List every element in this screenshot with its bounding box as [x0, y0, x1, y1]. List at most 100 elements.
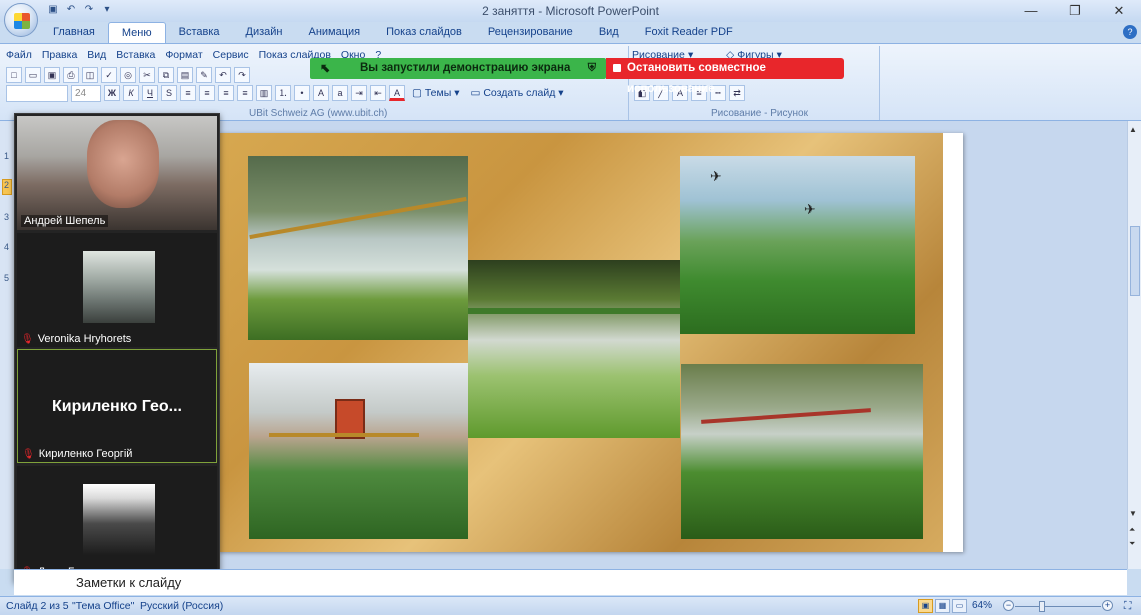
tab-home[interactable]: Главная [40, 22, 108, 43]
mic-muted-icon: 🎙 [22, 449, 35, 460]
minimize-button[interactable]: — [1009, 0, 1053, 22]
thumbnail-5[interactable]: 5 [4, 273, 9, 283]
spelling-icon[interactable]: ✓ [101, 67, 117, 83]
strikethrough-icon[interactable]: S [161, 85, 177, 101]
undo-icon[interactable]: ↶ [215, 67, 231, 83]
preview-icon[interactable]: ◫ [82, 67, 98, 83]
zoom-slider[interactable]: − + [1003, 600, 1113, 612]
scroll-up-icon[interactable]: ▲ [1129, 125, 1137, 134]
stop-share-button[interactable]: Остановить совместное использование [606, 58, 844, 95]
normal-view-icon[interactable]: ▣ [918, 599, 933, 613]
tab-insert[interactable]: Вставка [166, 22, 233, 43]
align-left-icon[interactable]: ≡ [180, 85, 196, 101]
drawing-group-label: Рисование - Рисунок [711, 108, 808, 119]
participant-tile[interactable]: 🎙 Veronika Hryhorets [17, 233, 217, 347]
thumbnail-2[interactable]: 2 [2, 179, 12, 195]
tab-foxit[interactable]: Foxit Reader PDF [632, 22, 746, 43]
paste-icon[interactable]: ▤ [177, 67, 193, 83]
vertical-scrollbar[interactable]: ▲ ▼ ⏶ ⏷ [1127, 121, 1141, 569]
thumbnail-4[interactable]: 4 [4, 242, 9, 252]
menu-insert[interactable]: Вставка [116, 49, 155, 61]
notes-pane[interactable]: Заметки к слайду [14, 569, 1127, 595]
themes-button[interactable]: ▢ Темы ▾ [408, 85, 463, 102]
slide-photo-field-sprayer[interactable] [681, 364, 923, 539]
zoom-out-icon[interactable]: − [1003, 600, 1014, 611]
research-icon[interactable]: ◎ [120, 67, 136, 83]
prev-slide-icon[interactable]: ⏶ [1129, 525, 1135, 535]
save-icon[interactable]: ▣ [44, 67, 60, 83]
align-right-icon[interactable]: ≡ [218, 85, 234, 101]
theme-name: "Тема Office" [72, 600, 135, 612]
decrease-font-icon[interactable]: a [332, 85, 348, 101]
font-size-box[interactable]: 24 [71, 85, 101, 102]
view-buttons: ▣ ▦ ▭ [918, 599, 967, 613]
tab-slideshow[interactable]: Показ слайдов [373, 22, 475, 43]
bullets-icon[interactable]: • [294, 85, 310, 101]
bold-icon[interactable]: Ж [104, 85, 120, 101]
sorter-view-icon[interactable]: ▦ [935, 599, 950, 613]
slide-photo-nozzles[interactable] [468, 260, 680, 438]
italic-icon[interactable]: К [123, 85, 139, 101]
tab-view[interactable]: Вид [586, 22, 632, 43]
menu-view[interactable]: Вид [87, 49, 106, 61]
ribbon-tabs: Главная Меню Вставка Дизайн Анимация Пок… [40, 22, 746, 43]
slideshow-view-icon[interactable]: ▭ [952, 599, 967, 613]
ribbon-separator [879, 46, 880, 120]
office-button[interactable] [4, 3, 38, 37]
scrollbar-thumb[interactable] [1130, 226, 1140, 296]
restore-button[interactable]: ❐ [1053, 0, 1097, 22]
thumbnail-3[interactable]: 3 [4, 212, 9, 222]
close-button[interactable]: ✕ [1097, 0, 1141, 22]
justify-icon[interactable]: ≡ [237, 85, 253, 101]
menu-format[interactable]: Формат [165, 49, 202, 61]
participant-tile[interactable]: Андрей Шепель [17, 116, 217, 230]
next-slide-icon[interactable]: ⏷ [1129, 539, 1135, 549]
tab-design[interactable]: Дизайн [233, 22, 296, 43]
tab-review[interactable]: Рецензирование [475, 22, 586, 43]
slide-photo-boom-sprayer[interactable] [248, 156, 468, 340]
slide-photo-drones[interactable]: ✈ ✈ [680, 156, 915, 334]
drone-shape: ✈ [710, 168, 722, 184]
zoom-level[interactable]: 64% [972, 600, 992, 611]
columns-icon[interactable]: ▥ [256, 85, 272, 101]
tab-menu[interactable]: Меню [107, 22, 166, 43]
numbering-icon[interactable]: ⒈ [275, 85, 291, 101]
redo-icon[interactable]: ↷ [234, 67, 250, 83]
menu-edit[interactable]: Правка [42, 49, 77, 61]
zoom-knob[interactable] [1039, 601, 1045, 612]
notes-placeholder: Заметки к слайду [76, 575, 182, 590]
new-icon[interactable]: □ [6, 67, 22, 83]
font-name-box[interactable] [6, 85, 68, 102]
tab-animation[interactable]: Анимация [295, 22, 373, 43]
zoom-in-icon[interactable]: + [1102, 600, 1113, 611]
align-center-icon[interactable]: ≡ [199, 85, 215, 101]
participant-tile-active[interactable]: Кириленко Гео... 🎙 Кириленко Георгій [17, 349, 217, 463]
participant-avatar [83, 484, 155, 556]
increase-font-icon[interactable]: A [313, 85, 329, 101]
font-color-icon[interactable]: A [389, 85, 405, 101]
current-slide[interactable]: ✈ ✈ [218, 133, 963, 552]
slide-thumbnail-strip: 1 2 3 4 5 [0, 121, 14, 569]
thumbnail-1[interactable]: 1 [4, 151, 9, 161]
scroll-down-icon[interactable]: ▼ [1129, 509, 1137, 518]
outdent-icon[interactable]: ⇤ [370, 85, 386, 101]
formatting-toolbar: 24 Ж К Ч S ≡ ≡ ≡ ≡ ▥ ⒈ • A a ⇥ ⇤ A ▢ Тем… [6, 85, 568, 102]
format-painter-icon[interactable]: ✎ [196, 67, 212, 83]
participant-tile[interactable]: 🎙Дима Буш [17, 466, 217, 580]
participant-name-row: 🎙 Veronika Hryhorets [21, 333, 131, 345]
open-icon[interactable]: ▭ [25, 67, 41, 83]
ribbon: Файл Правка Вид Вставка Формат Сервис По… [0, 43, 1141, 121]
menu-service[interactable]: Сервис [213, 49, 249, 61]
indent-icon[interactable]: ⇥ [351, 85, 367, 101]
participant-display-name: Кириленко Гео... [51, 398, 182, 415]
underline-icon[interactable]: Ч [142, 85, 158, 101]
menu-file[interactable]: Файл [6, 49, 32, 61]
copy-icon[interactable]: ⧉ [158, 67, 174, 83]
fit-window-icon[interactable]: ⛶ [1124, 600, 1131, 613]
cut-icon[interactable]: ✂ [139, 67, 155, 83]
help-icon[interactable]: ? [1123, 25, 1137, 39]
print-icon[interactable]: ⎙ [63, 67, 79, 83]
slide-photo-tractor[interactable] [249, 363, 468, 539]
language-indicator[interactable]: Русский (Россия) [140, 600, 223, 612]
create-slide-button[interactable]: ▭ Создать слайд ▾ [466, 85, 567, 102]
